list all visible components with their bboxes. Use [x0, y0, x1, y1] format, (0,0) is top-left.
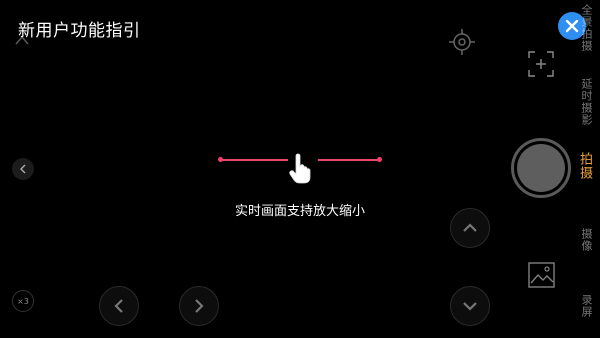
close-icon [565, 19, 579, 33]
mode-item-capture[interactable]: 拍摄 [575, 152, 594, 180]
pinch-zoom-hint: 实时画面支持放大缩小 [234, 204, 365, 219]
mode-item-timelapse[interactable]: 延时摄影 [578, 78, 594, 126]
focus-target-icon[interactable] [448, 28, 476, 56]
chevron-right-icon [195, 299, 204, 313]
gallery-icon[interactable] [528, 262, 555, 288]
chevron-down-icon [463, 302, 477, 311]
frame-add-icon[interactable] [528, 51, 554, 77]
pan-left-button[interactable] [99, 286, 139, 326]
shutter-inner [517, 144, 565, 192]
chevron-left-icon [114, 299, 123, 313]
tilt-down-button[interactable] [450, 286, 490, 326]
mode-item-panorama[interactable]: 全景拍摄 [578, 4, 594, 56]
mode-item-video[interactable]: 摄像 [578, 228, 594, 252]
chevron-left-icon [20, 164, 26, 174]
pinch-line-left [222, 159, 288, 161]
zoom-indicator[interactable]: ×3 [12, 290, 34, 312]
pinch-endpoint-right [377, 157, 382, 162]
chevron-up-icon[interactable] [14, 34, 30, 46]
collapse-left-button[interactable] [12, 158, 34, 180]
chevron-up-icon [463, 223, 477, 232]
pan-right-button[interactable] [179, 286, 219, 326]
zoom-label: ×3 [17, 296, 29, 306]
guide-title: 新用户功能指引 [18, 21, 141, 41]
mode-item-screen-record[interactable]: 录屏 [578, 294, 594, 318]
pinch-line-right [318, 159, 378, 161]
shutter-button[interactable] [511, 138, 571, 198]
hand-pointer-icon [289, 153, 311, 184]
